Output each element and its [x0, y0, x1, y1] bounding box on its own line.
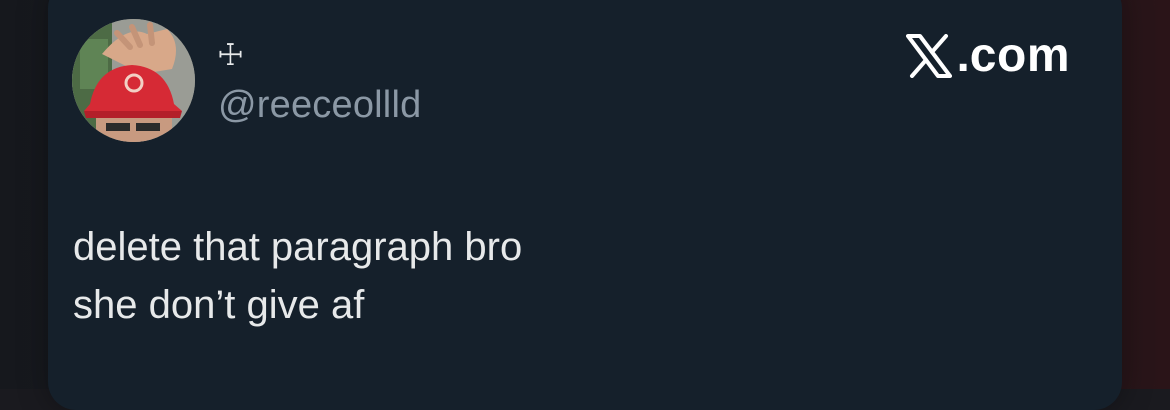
- tweet-body: delete that paragraph bro she don’t give…: [73, 218, 522, 334]
- avatar[interactable]: [72, 19, 195, 142]
- tweet-line: she don’t give af: [73, 283, 365, 327]
- avatar-photo: [72, 19, 195, 142]
- display-name[interactable]: ☩: [217, 38, 244, 74]
- x-logo-icon: [906, 34, 953, 78]
- brand-text: com: [969, 29, 1070, 82]
- tweet-line: delete that paragraph bro: [73, 225, 523, 269]
- brand-watermark: . com: [906, 28, 1070, 84]
- brand-dot: .: [956, 29, 970, 82]
- user-handle[interactable]: @reeceollld: [218, 82, 421, 128]
